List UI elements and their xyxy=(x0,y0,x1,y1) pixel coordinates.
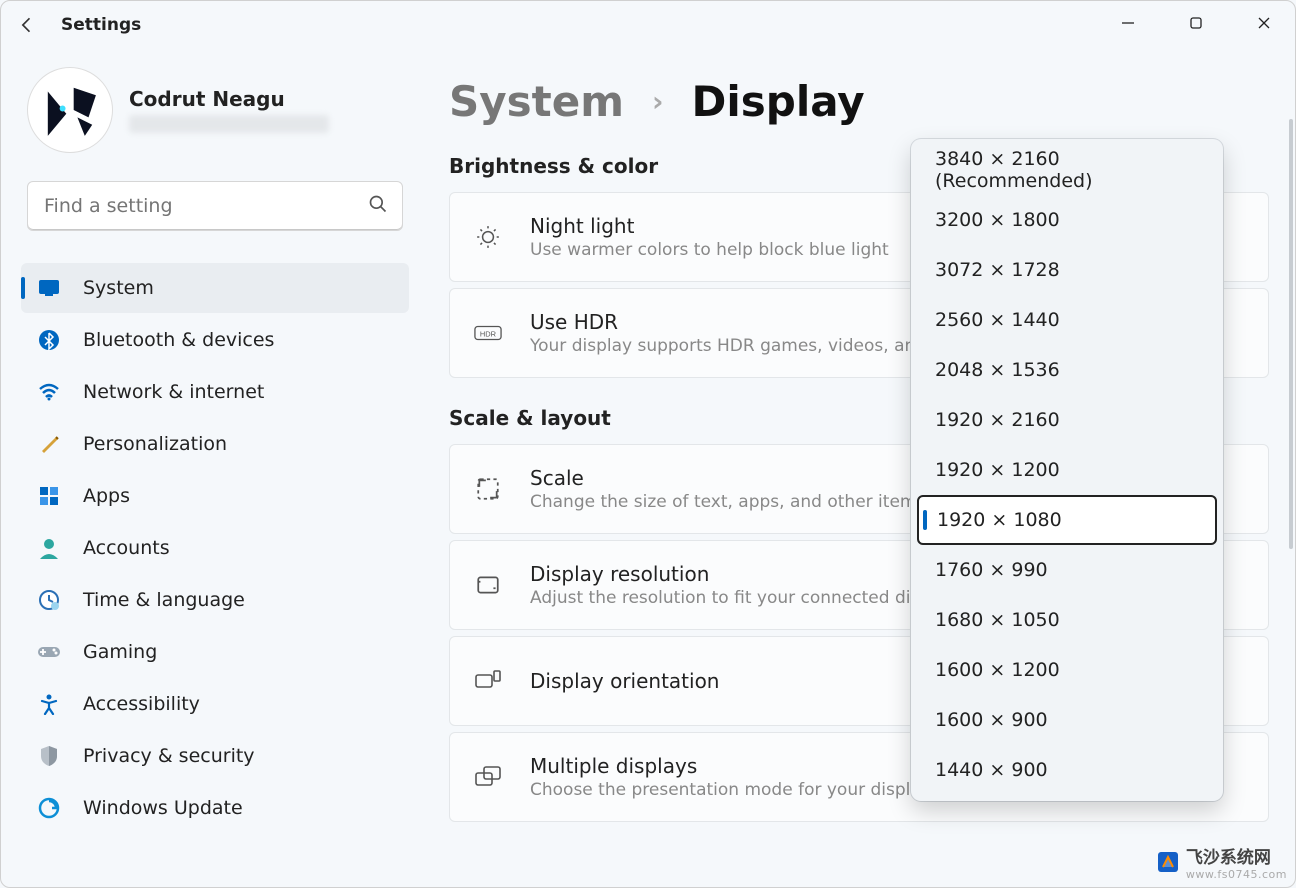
user-email-blurred xyxy=(129,115,329,133)
search-box[interactable] xyxy=(27,181,403,231)
card-title: Display orientation xyxy=(530,669,719,693)
sidebar-item-accessibility[interactable]: Accessibility xyxy=(21,679,409,729)
sidebar-item-label: System xyxy=(83,277,154,299)
sidebar-item-privacy-security[interactable]: Privacy & security xyxy=(21,731,409,781)
resolution-option[interactable]: 2048 × 1536 xyxy=(917,345,1217,395)
breadcrumb: System › Display xyxy=(449,77,1295,126)
card-subtitle: Adjust the resolution to fit your connec… xyxy=(530,588,955,608)
breadcrumb-current: Display xyxy=(692,77,865,126)
sidebar-item-bluetooth-devices[interactable]: Bluetooth & devices xyxy=(21,315,409,365)
window-controls xyxy=(1105,7,1287,39)
resolution-option[interactable]: 3200 × 1800 xyxy=(917,195,1217,245)
shield-icon xyxy=(37,744,61,768)
card-subtitle: Use warmer colors to help block blue lig… xyxy=(530,240,889,260)
app-title: Settings xyxy=(61,15,141,35)
accessibility-icon xyxy=(37,692,61,716)
resolution-option[interactable]: 1920 × 1080 xyxy=(917,495,1217,545)
resolution-option[interactable]: 1600 × 900 xyxy=(917,695,1217,745)
main-content: System › Display Brightness & color Nigh… xyxy=(421,49,1295,887)
search-input[interactable] xyxy=(42,194,368,218)
sidebar-item-windows-update[interactable]: Windows Update xyxy=(21,783,409,833)
resolution-icon xyxy=(474,572,502,598)
nav-list: System Bluetooth & devices Network & inter… xyxy=(21,263,409,833)
resolution-option[interactable]: 3072 × 1728 xyxy=(917,245,1217,295)
sidebar-item-label: Personalization xyxy=(83,433,227,455)
brush-icon xyxy=(37,432,61,456)
user-profile[interactable]: Codrut Neagu xyxy=(21,67,409,153)
wifi-icon xyxy=(37,380,61,404)
sidebar-item-label: Network & internet xyxy=(83,381,264,403)
card-title: Scale xyxy=(530,466,925,490)
resolution-option[interactable]: 1760 × 990 xyxy=(917,545,1217,595)
sidebar-item-accounts[interactable]: Accounts xyxy=(21,523,409,573)
search-icon xyxy=(368,194,388,218)
clock-icon xyxy=(37,588,61,612)
resolution-option[interactable]: 2560 × 1440 xyxy=(917,295,1217,345)
sidebar-item-apps[interactable]: Apps xyxy=(21,471,409,521)
sidebar: Codrut Neagu System Bluetooth & devices Ne… xyxy=(1,49,421,887)
sidebar-item-label: Bluetooth & devices xyxy=(83,329,274,351)
bluetooth-icon xyxy=(37,328,61,352)
multiple-displays-icon xyxy=(474,765,502,789)
scrollbar[interactable] xyxy=(1289,119,1293,549)
sidebar-item-network-internet[interactable]: Network & internet xyxy=(21,367,409,417)
sidebar-item-personalization[interactable]: Personalization xyxy=(21,419,409,469)
card-title: Multiple displays xyxy=(530,754,940,778)
card-subtitle: Choose the presentation mode for your di… xyxy=(530,780,940,800)
chevron-right-icon: › xyxy=(652,85,664,118)
sidebar-item-label: Accessibility xyxy=(83,693,200,715)
sidebar-item-label: Privacy & security xyxy=(83,745,255,767)
watermark: 飞沙系统网 www.fs0745.com xyxy=(1158,843,1287,881)
sidebar-item-system[interactable]: System xyxy=(21,263,409,313)
night-light-icon xyxy=(474,224,502,250)
sidebar-item-label: Time & language xyxy=(83,589,245,611)
update-icon xyxy=(37,796,61,820)
resolution-option[interactable]: 1680 × 1050 xyxy=(917,595,1217,645)
svg-text:HDR: HDR xyxy=(480,330,497,339)
gamepad-icon xyxy=(37,640,61,664)
watermark-url: www.fs0745.com xyxy=(1186,868,1287,881)
hdr-icon: HDR xyxy=(474,323,502,343)
resolution-option[interactable]: 1600 × 1200 xyxy=(917,645,1217,695)
settings-window: Settings xyxy=(0,0,1296,888)
apps-icon xyxy=(37,484,61,508)
person-icon xyxy=(37,536,61,560)
resolution-dropdown[interactable]: 3840 × 2160 (Recommended)3200 × 18003072… xyxy=(911,139,1223,801)
minimize-button[interactable] xyxy=(1105,7,1151,39)
system-icon xyxy=(37,276,61,300)
watermark-logo-icon xyxy=(1158,852,1178,872)
sidebar-item-label: Apps xyxy=(83,485,130,507)
resolution-option[interactable]: 3840 × 2160 (Recommended) xyxy=(917,145,1217,195)
maximize-button[interactable] xyxy=(1173,7,1219,39)
sidebar-item-gaming[interactable]: Gaming xyxy=(21,627,409,677)
sidebar-item-label: Accounts xyxy=(83,537,170,559)
sidebar-item-label: Windows Update xyxy=(83,797,243,819)
resolution-option[interactable]: 1920 × 1200 xyxy=(917,445,1217,495)
resolution-option[interactable]: 1440 × 900 xyxy=(917,745,1217,795)
avatar xyxy=(27,67,113,153)
watermark-title: 飞沙系统网 xyxy=(1186,843,1287,868)
resolution-option[interactable]: 1920 × 2160 xyxy=(917,395,1217,445)
sidebar-item-label: Gaming xyxy=(83,641,157,663)
user-name: Codrut Neagu xyxy=(129,87,329,111)
card-title: Night light xyxy=(530,214,889,238)
sidebar-item-time-language[interactable]: Time & language xyxy=(21,575,409,625)
orientation-icon xyxy=(474,669,502,693)
card-subtitle: Change the size of text, apps, and other… xyxy=(530,492,925,512)
close-button[interactable] xyxy=(1241,7,1287,39)
back-button[interactable] xyxy=(15,13,39,37)
scale-icon xyxy=(474,476,502,502)
titlebar: Settings xyxy=(1,1,1295,49)
breadcrumb-parent[interactable]: System xyxy=(449,77,624,126)
card-title: Display resolution xyxy=(530,562,955,586)
